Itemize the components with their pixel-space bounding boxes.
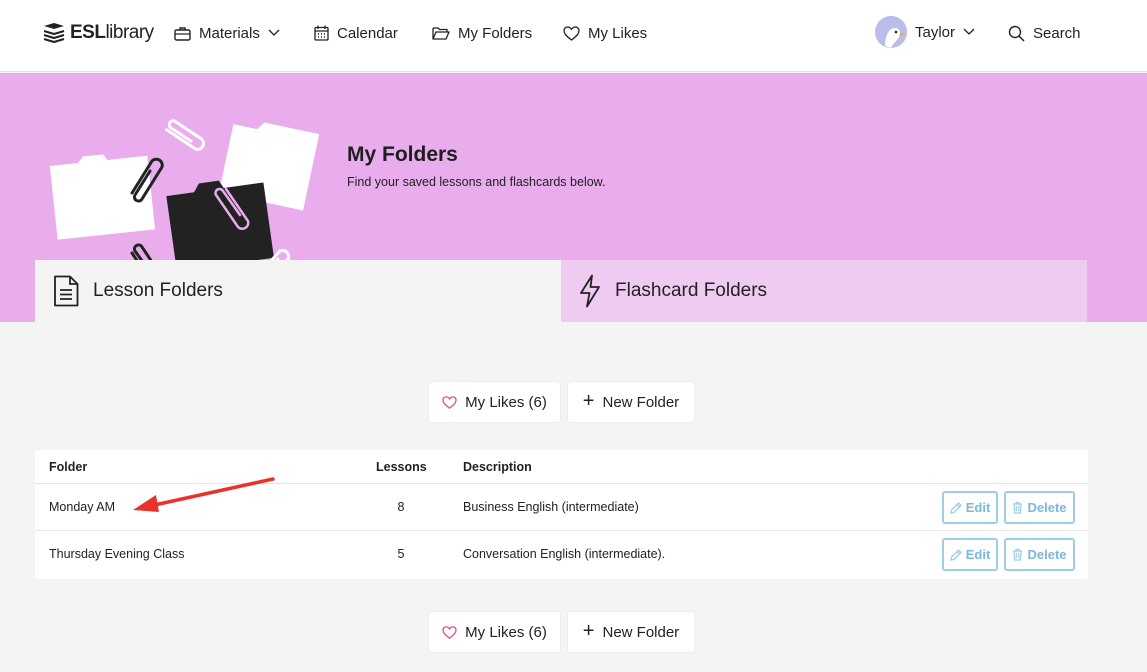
trash-icon xyxy=(1013,548,1023,561)
my-likes-button-label: My Likes (6) xyxy=(465,393,547,411)
folder-name[interactable]: Thursday Evening Class xyxy=(49,547,184,561)
user-menu[interactable]: Taylor xyxy=(875,16,975,48)
plus-icon: + xyxy=(582,620,595,642)
nav-my-folders-label: My Folders xyxy=(458,24,533,42)
page-title: My Folders xyxy=(347,143,458,166)
top-nav: ESLlibrary Materials Calendar My Folders… xyxy=(0,0,1147,72)
search-icon xyxy=(1008,25,1025,42)
heart-icon xyxy=(442,625,457,639)
heart-icon xyxy=(563,25,580,41)
lesson-count: 8 xyxy=(397,500,405,514)
column-header-description: Description xyxy=(463,460,532,474)
edit-button[interactable]: Edit xyxy=(942,491,998,524)
pencil-icon xyxy=(949,548,962,561)
new-folder-button[interactable]: + New Folder xyxy=(568,612,694,652)
document-icon xyxy=(54,275,79,307)
pencil-icon xyxy=(949,501,962,514)
new-folder-button[interactable]: + New Folder xyxy=(568,382,694,422)
my-likes-button-label: My Likes (6) xyxy=(465,623,547,641)
new-folder-button-label: New Folder xyxy=(602,393,680,411)
folder-icon xyxy=(432,27,450,40)
nav-my-likes[interactable]: My Likes xyxy=(563,22,647,44)
calendar-icon xyxy=(314,25,329,41)
folder-description: Conversation English (intermediate). xyxy=(463,547,666,561)
chevron-down-icon xyxy=(963,28,975,35)
tab-lesson-folders-label: Lesson Folders xyxy=(93,280,223,301)
edit-button-label: Edit xyxy=(965,547,991,562)
folder-description: Business English (intermediate) xyxy=(463,500,639,514)
lightning-icon xyxy=(580,274,600,308)
trash-icon xyxy=(1013,501,1023,514)
nav-materials-label: Materials xyxy=(199,24,260,42)
my-likes-button[interactable]: My Likes (6) xyxy=(429,612,560,652)
chevron-down-icon xyxy=(268,29,280,36)
user-name: Taylor xyxy=(915,23,956,41)
lesson-count: 5 xyxy=(397,547,405,561)
delete-button[interactable]: Delete xyxy=(1004,538,1075,571)
nav-calendar-label: Calendar xyxy=(337,24,398,42)
edit-button[interactable]: Edit xyxy=(942,538,998,571)
new-folder-button-label: New Folder xyxy=(602,623,680,641)
delete-button[interactable]: Delete xyxy=(1004,491,1075,524)
esl-library-logo[interactable]: ESLlibrary xyxy=(42,22,154,44)
nav-materials[interactable]: Materials xyxy=(174,22,280,44)
my-likes-button[interactable]: My Likes (6) xyxy=(429,382,560,422)
column-header-lessons: Lessons xyxy=(376,460,427,474)
page-subtitle: Find your saved lessons and flashcards b… xyxy=(347,175,606,189)
plus-icon: + xyxy=(582,390,595,412)
annotation-arrow xyxy=(133,477,275,512)
tab-lesson-folders[interactable]: Lesson Folders xyxy=(35,260,561,322)
nav-calendar[interactable]: Calendar xyxy=(314,22,398,44)
esl-library-logo-icon xyxy=(43,23,65,44)
table-row: Thursday Evening Class 5 Conversation En… xyxy=(35,532,1088,578)
delete-button-label: Delete xyxy=(1027,500,1067,515)
briefcase-icon xyxy=(174,26,191,41)
column-header-folder: Folder xyxy=(49,460,88,474)
tab-flashcard-folders[interactable]: Flashcard Folders xyxy=(561,260,1087,322)
search-label: Search xyxy=(1033,24,1081,42)
nav-my-likes-label: My Likes xyxy=(588,24,648,42)
tab-flashcard-folders-label: Flashcard Folders xyxy=(615,280,768,301)
nav-my-folders[interactable]: My Folders xyxy=(432,22,532,44)
edit-button-label: Edit xyxy=(965,500,991,515)
avatar xyxy=(875,16,907,48)
heart-icon xyxy=(442,395,457,409)
logo-text: ESLlibrary xyxy=(70,22,154,43)
delete-button-label: Delete xyxy=(1027,547,1067,562)
folder-name[interactable]: Monday AM xyxy=(49,500,115,514)
search-button[interactable]: Search xyxy=(1008,22,1081,44)
